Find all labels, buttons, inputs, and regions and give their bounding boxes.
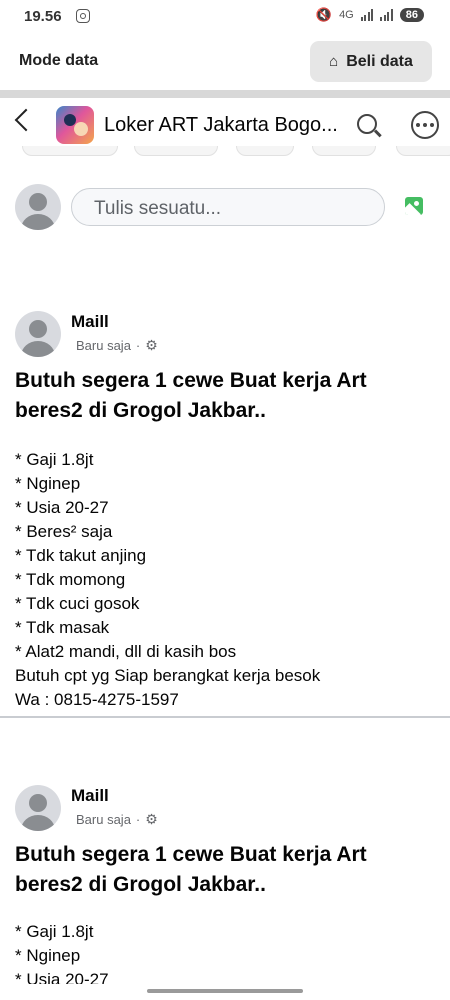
post-line: * Gaji 1.8jt [15, 450, 94, 469]
chip[interactable] [22, 146, 118, 156]
author-avatar[interactable] [15, 311, 61, 357]
buy-data-label: Beli data [346, 52, 413, 70]
author-avatar[interactable] [15, 785, 61, 831]
post-title: Butuh segera 1 cewe Buat kerja Art beres… [15, 840, 435, 900]
author-name[interactable]: Maill [71, 312, 109, 332]
privacy-gear-icon: ⚙ [145, 811, 158, 827]
search-icon[interactable] [357, 114, 377, 134]
post-line: Butuh cpt yg Siap berangkat kerja besok [15, 666, 321, 685]
antenna-icon: ⌂ [329, 53, 339, 70]
author-name[interactable]: Maill [71, 786, 109, 806]
post: Maill Baru saja · ⚙ Butuh segera 1 cewe … [0, 310, 450, 710]
buy-data-button[interactable]: ⌂ Beli data [310, 41, 432, 82]
post-meta: Baru saja · ⚙ [76, 811, 158, 828]
mute-icon: 🔇 [315, 7, 333, 22]
home-indicator[interactable] [147, 989, 303, 993]
post-line: * Tdk momong [15, 570, 126, 589]
meta-separator: · [135, 812, 141, 827]
post-title-line: beres2 di Grogol Jakbar.. [15, 399, 266, 422]
group-header: Loker ART Jakarta Bogo... [0, 98, 450, 152]
post-time: Baru saja [76, 338, 131, 353]
privacy-gear-icon: ⚙ [145, 337, 158, 353]
post-title-line: beres2 di Grogol Jakbar.. [15, 873, 266, 896]
instagram-notification-icon [76, 9, 90, 23]
post: Maill Baru saja · ⚙ Butuh segera 1 cewe … [0, 784, 450, 984]
filter-chips [0, 146, 450, 156]
more-options-icon[interactable] [411, 111, 439, 139]
post-meta: Baru saja · ⚙ [76, 337, 158, 354]
post-line: * Nginep [15, 946, 81, 965]
post-line: * Tdk takut anjing [15, 546, 147, 565]
post-line: * Usia 20-27 [15, 498, 109, 517]
chip[interactable] [236, 146, 294, 156]
group-avatar[interactable] [56, 106, 94, 144]
divider [0, 90, 450, 98]
post-body: * Gaji 1.8jt * Nginep * Usia 20-27 [15, 920, 435, 984]
write-something-input[interactable]: Tulis sesuatu... [71, 188, 385, 226]
battery-icon: 86 [399, 8, 424, 22]
meta-separator: · [135, 338, 141, 353]
data-mode-bar: Mode data ⌂ Beli data [0, 36, 450, 88]
clock: 19.56 [24, 8, 62, 25]
post-line: * Tdk masak [15, 618, 110, 637]
back-arrow-icon[interactable] [14, 108, 38, 132]
status-icons: 🔇 4G 86 [316, 7, 424, 23]
chip[interactable] [312, 146, 376, 156]
post-line: * Gaji 1.8jt [15, 922, 94, 941]
network-type: 4G [339, 9, 354, 21]
post-time: Baru saja [76, 812, 131, 827]
post-line: * Usia 20-27 [15, 970, 109, 984]
post-line: * Alat2 mandi, dll di kasih bos [15, 642, 237, 661]
signal-icon [360, 9, 374, 21]
user-avatar[interactable] [15, 184, 61, 230]
signal-icon-2 [380, 9, 393, 21]
post-divider [0, 716, 450, 718]
post-line: * Nginep [15, 474, 81, 493]
post-body: * Gaji 1.8jt * Nginep * Usia 20-27 * Ber… [15, 448, 435, 712]
post-title: Butuh segera 1 cewe Buat kerja Art beres… [15, 366, 435, 426]
photo-icon[interactable] [405, 197, 423, 215]
post-line: * Beres² saja [15, 522, 113, 541]
post-line: Wa : 0815-4275-1597 [15, 690, 179, 709]
data-mode-label: Mode data [19, 52, 99, 69]
status-bar: 19.56 🔇 4G 86 [0, 0, 450, 36]
chip[interactable] [134, 146, 218, 156]
chip[interactable] [396, 146, 450, 156]
post-line: * Tdk cuci gosok [15, 594, 140, 613]
post-title-line: Butuh segera 1 cewe Buat kerja Art [15, 369, 367, 392]
post-composer: Tulis sesuatu... [0, 180, 450, 236]
group-title[interactable]: Loker ART Jakarta Bogo... [104, 114, 342, 137]
post-title-line: Butuh segera 1 cewe Buat kerja Art [15, 843, 367, 866]
